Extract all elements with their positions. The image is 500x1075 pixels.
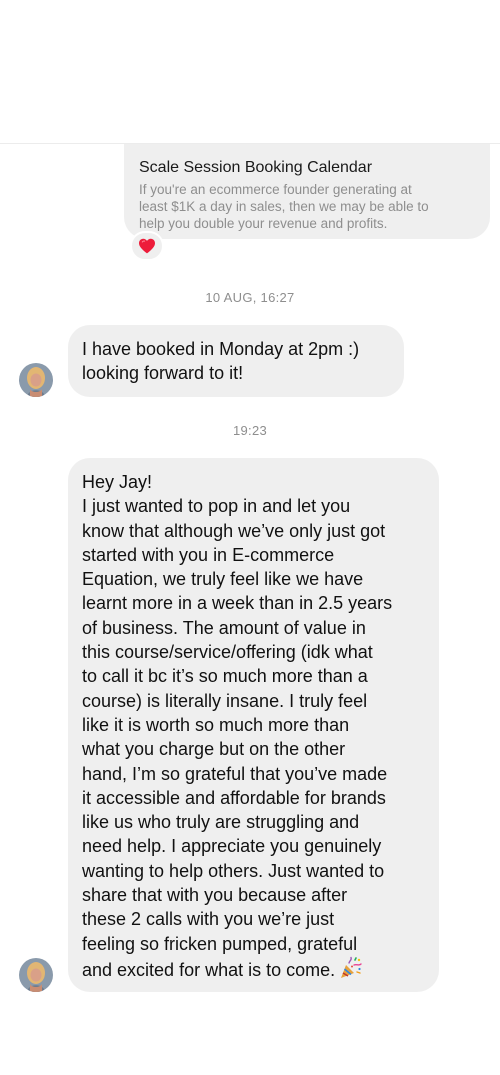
avatar[interactable] (19, 363, 53, 397)
red-heart-icon (139, 238, 155, 254)
message-text-line: course) is literally insane. I truly fee… (82, 690, 368, 711)
message-text-line: this course/service/offering (idk what (82, 642, 373, 663)
message-text-line: Hey Jay! (82, 472, 153, 492)
message-text-line: learnt more in a week than in 2.5 years (82, 593, 393, 614)
avatar[interactable] (19, 958, 53, 992)
message-bubble[interactable]: Hey Jay! I just wanted to pop in and let… (68, 458, 439, 992)
message-text-line: these 2 calls with you we’re just (82, 909, 335, 930)
link-preview-description-line: help you double your revenue and profits… (139, 216, 388, 231)
message-text-line: I have booked in Monday at 2pm :) (82, 339, 360, 359)
message-text-line-last: and excited for what is to come. (82, 956, 427, 986)
message-bubble[interactable]: I have booked in Monday at 2pm :) lookin… (68, 325, 404, 397)
message-text-line: Equation, we truly feel like we have (82, 569, 364, 590)
message-text-line: it accessible and affordable for brands (82, 787, 386, 808)
message-timestamp: 10 AUG, 16:27 (205, 290, 295, 305)
message-text-line: like it is worth so much more than (82, 714, 350, 735)
link-preview-description-line: least $1K a day in sales, then we may be… (139, 199, 429, 214)
message-text-line: started with you in E-commerce (82, 544, 335, 565)
message-text-line: share that with you because after (82, 885, 348, 906)
message-text-line: looking forward to it! (82, 363, 244, 384)
message-text-line: hand, I’m so grateful that you’ve made (82, 763, 388, 784)
message-text-line: like us who truly are struggling and (82, 812, 360, 833)
message-text-line: what you charge but on the other (82, 739, 346, 760)
message-text-line: feeling so fricken pumped, grateful (82, 933, 358, 954)
message-timestamp: 19:23 (232, 423, 268, 438)
link-preview-description-line: If you're an ecommerce founder generatin… (139, 182, 412, 197)
message-text-line: I just wanted to pop in and let you (82, 496, 351, 517)
message-text-line: know that although we’ve only just got (82, 520, 386, 541)
message-text-line: to call it bc it’s so much more than a (82, 666, 368, 687)
message-text-line: need help. I appreciate you genuinely (82, 836, 382, 857)
message-text-line: and excited for what is to come. (82, 959, 336, 980)
message-text-line: of business. The amount of value in (82, 617, 366, 638)
party-popper-icon (339, 956, 363, 986)
link-preview-card[interactable]: Scale Session Booking Calendar If you're… (124, 144, 490, 239)
message-text-line: wanting to help others. Just wanted to (82, 860, 385, 881)
link-preview-title: Scale Session Booking Calendar (139, 159, 373, 176)
message-reaction[interactable] (130, 231, 164, 261)
link-preview-description: If you're an ecommerce founder generatin… (139, 181, 474, 232)
